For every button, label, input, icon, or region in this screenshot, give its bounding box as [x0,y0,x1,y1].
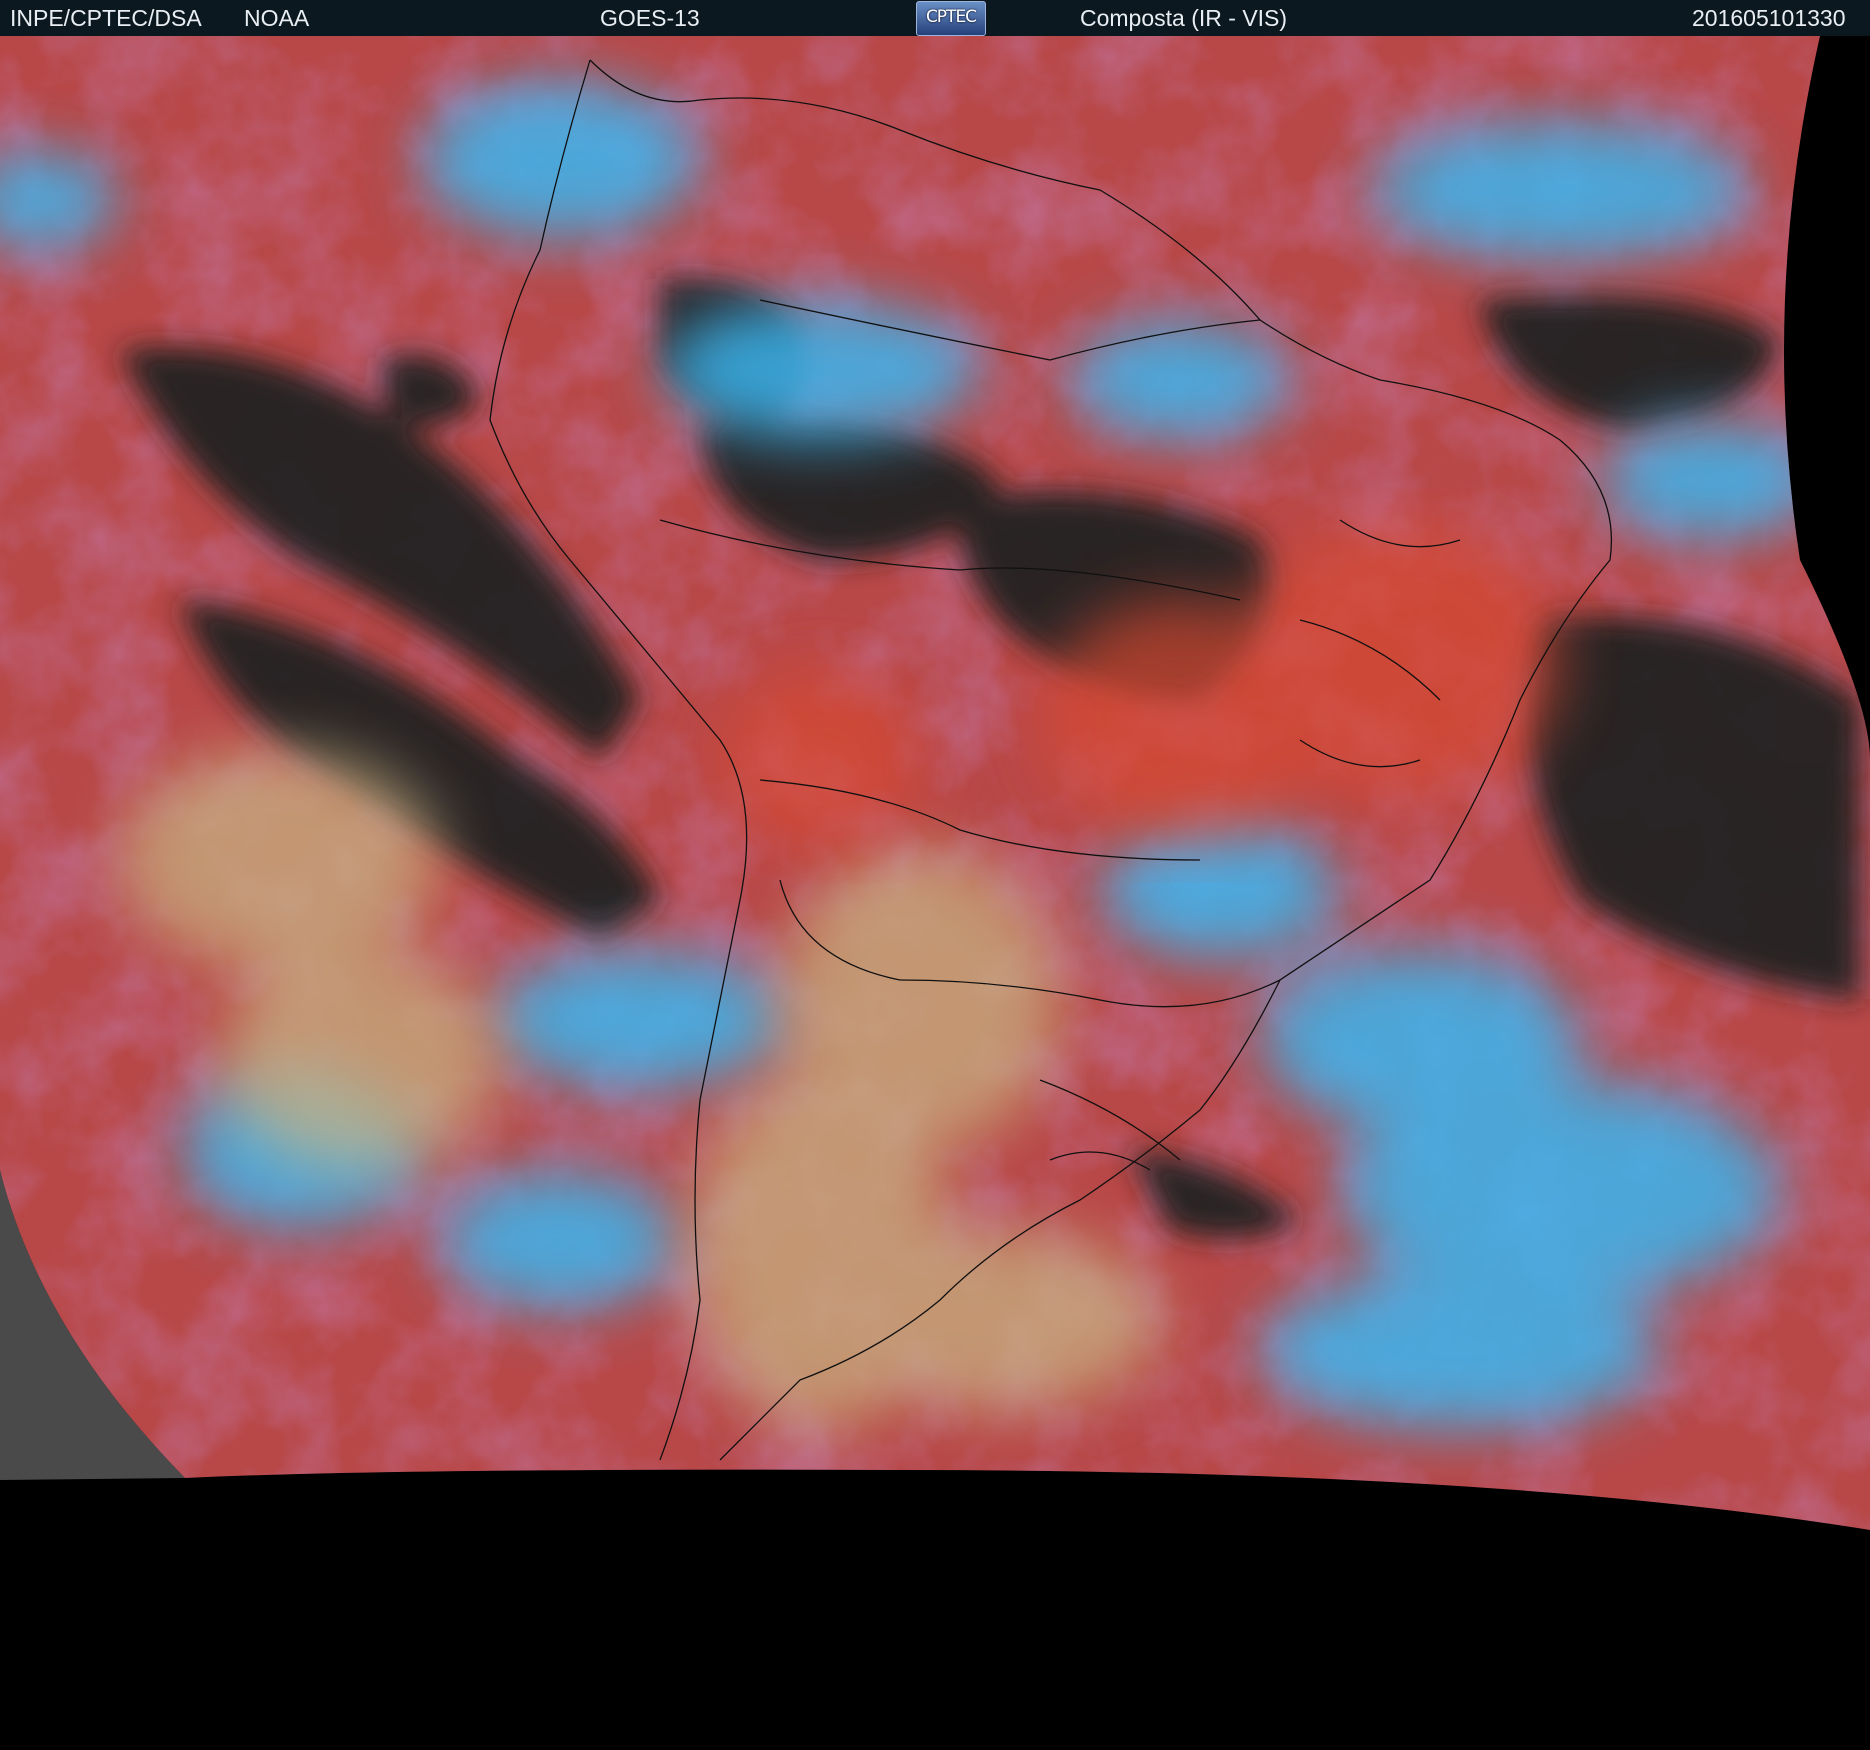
image-header: INPE/CPTEC/DSA NOAA GOES-13 CPTEC Compos… [0,0,1870,36]
agency-label: NOAA [244,5,310,31]
cptec-logo: CPTEC [916,1,986,36]
org-label: INPE/CPTEC/DSA [10,5,202,31]
satellite-composite-image [0,36,1870,1750]
product-label: Composta (IR - VIS) [1080,5,1288,31]
satellite-label: GOES-13 [600,5,700,31]
timestamp-label: 201605101330 [1692,5,1846,31]
earth-disk [0,36,1870,1530]
